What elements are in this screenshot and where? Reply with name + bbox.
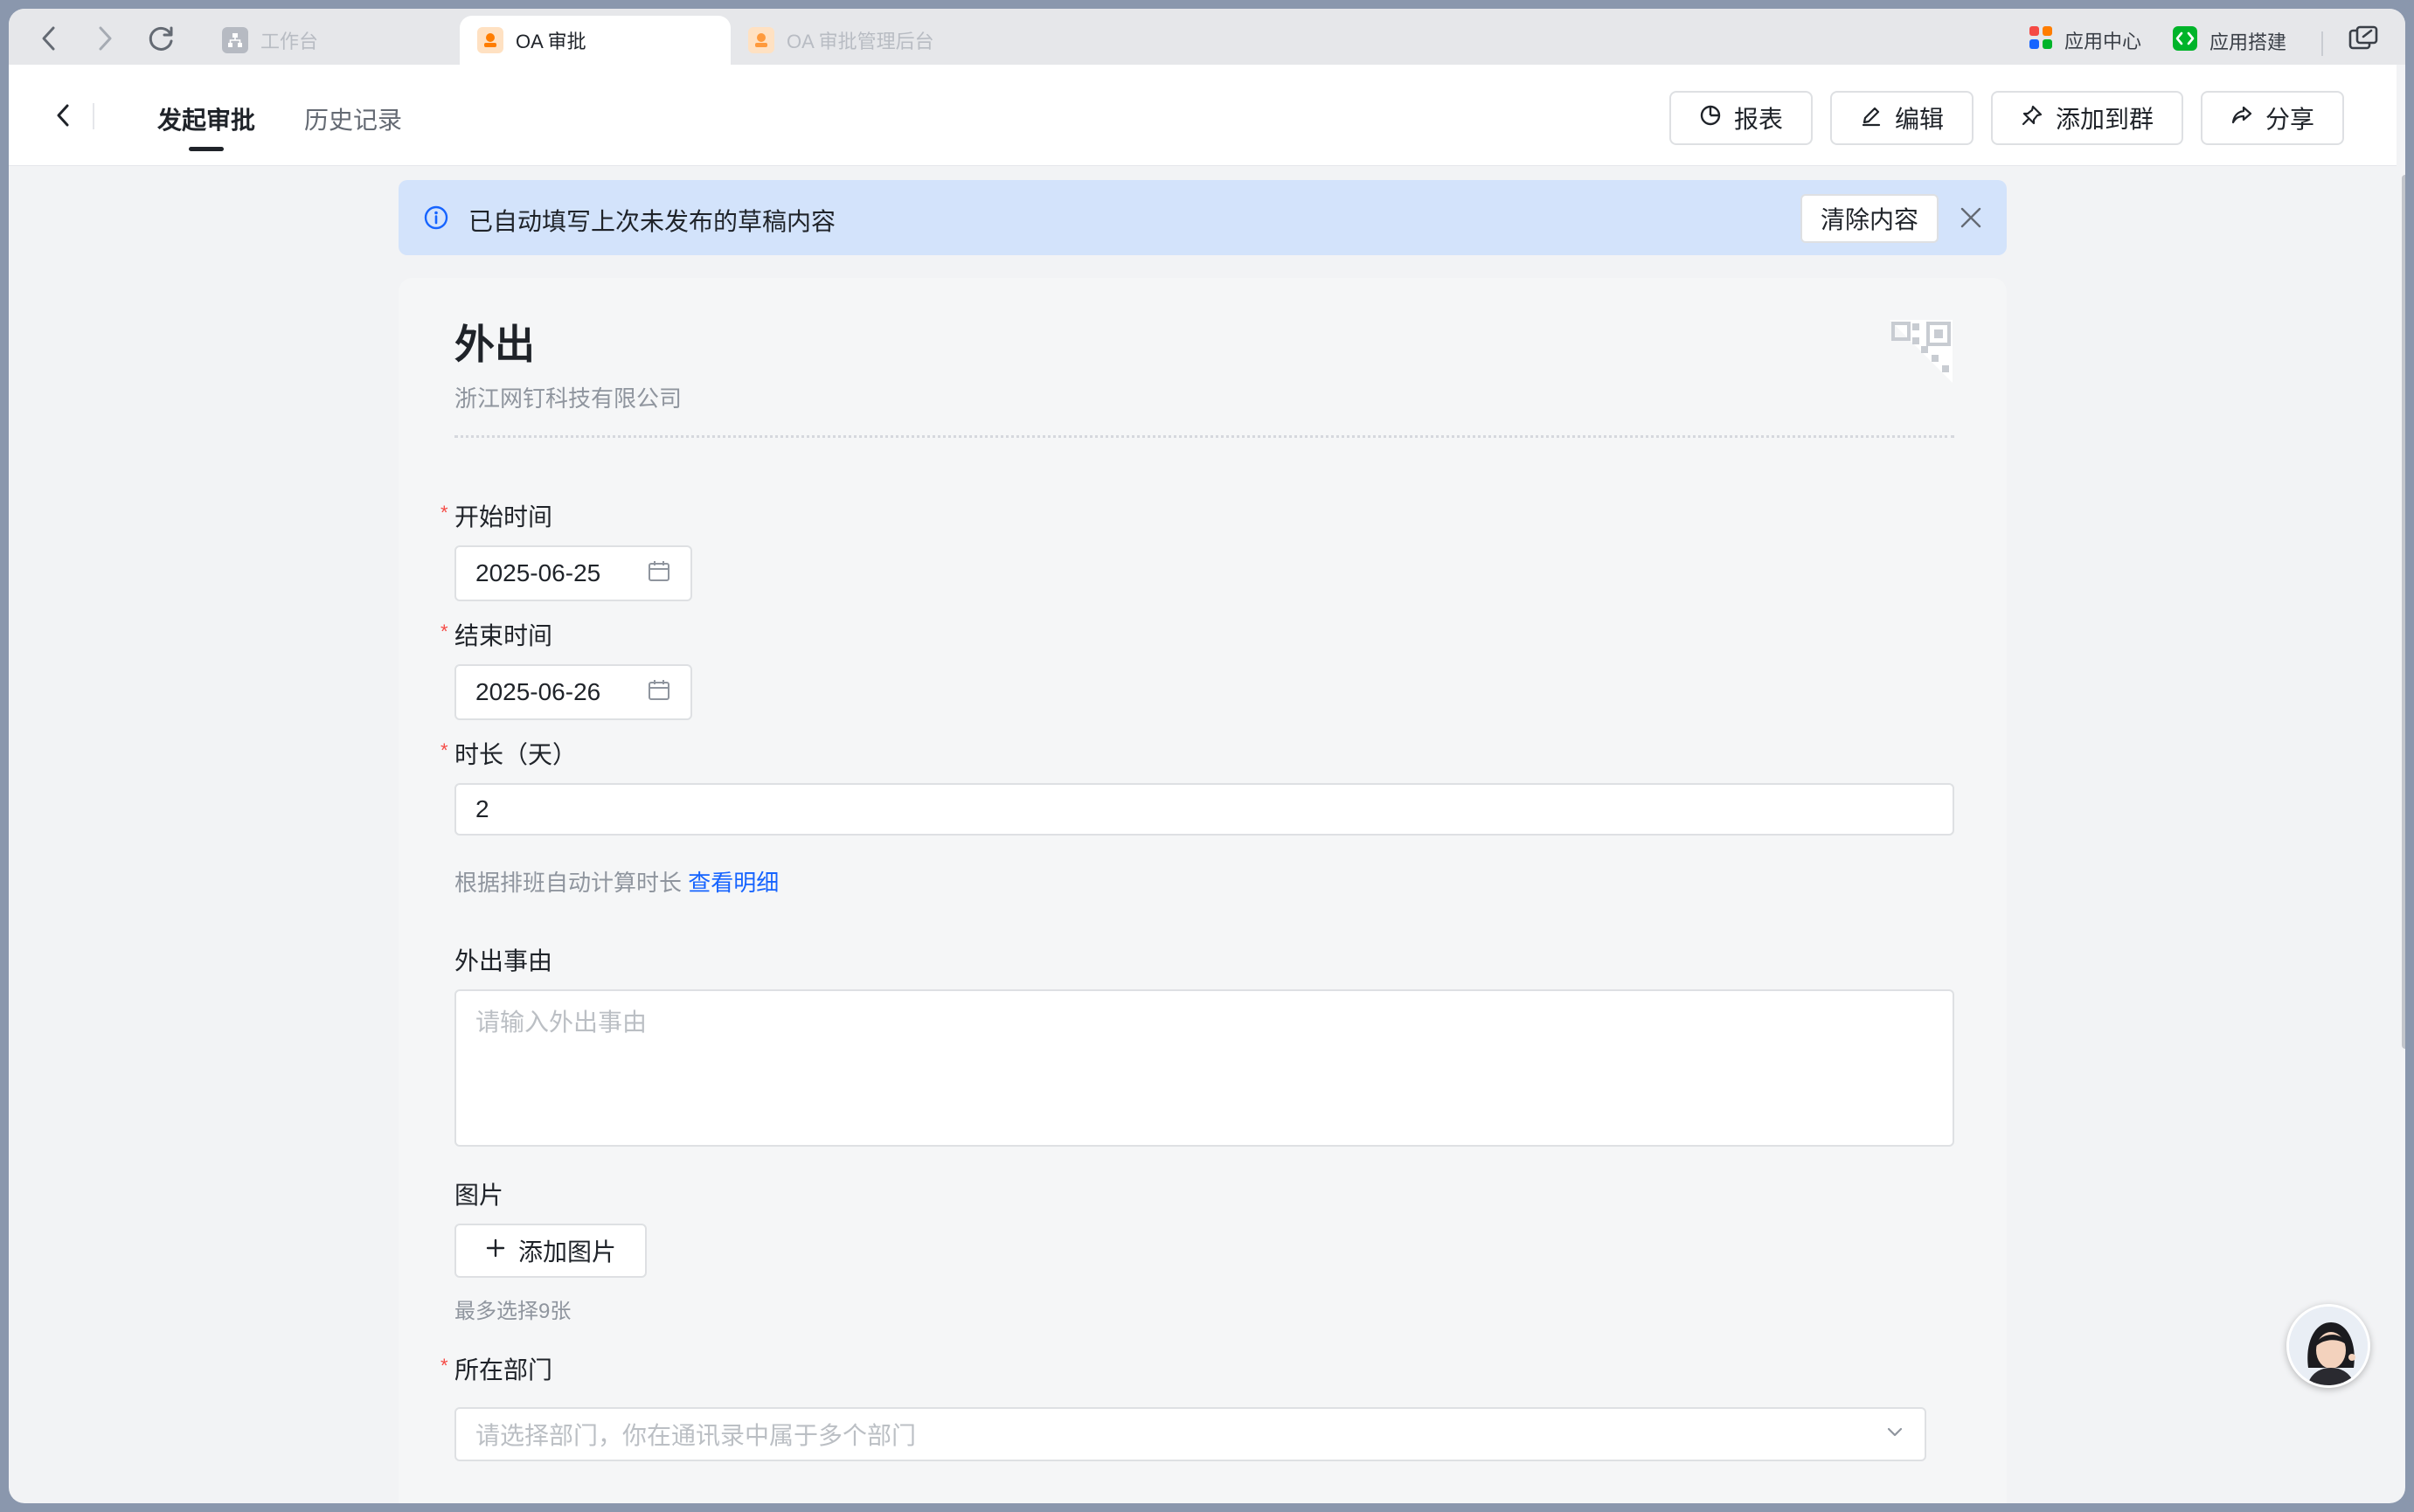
- app-builder-button[interactable]: 应用搭建: [2171, 24, 2286, 58]
- pin-icon: [2021, 104, 2043, 133]
- tab-label: OA 审批管理后台: [787, 31, 934, 52]
- banner-message: 已自动填写上次未发布的草稿内容: [468, 208, 836, 235]
- tab-label: 工作台: [260, 31, 319, 52]
- share-button[interactable]: 分享: [2201, 91, 2344, 145]
- app-window: 工作台 OA 审批 OA 审批管理后台 应用中心 应用搭建 发起审批 历史记录 …: [9, 9, 2405, 1503]
- required-mark: *: [440, 1355, 448, 1377]
- duration-text: 时长（天）: [454, 741, 578, 768]
- scrollbar[interactable]: [2402, 175, 2405, 1049]
- department-text: 所在部门: [454, 1356, 553, 1384]
- add-to-group-label: 添加到群: [2055, 106, 2154, 133]
- title-divider: [454, 435, 1954, 438]
- tab-oa-approval[interactable]: OA 审批: [460, 16, 731, 65]
- share-label: 分享: [2265, 106, 2314, 133]
- browser-tab-strip: 工作台 OA 审批 OA 审批管理后台 应用中心 应用搭建: [9, 9, 2405, 65]
- qr-code-icon[interactable]: [1890, 320, 1953, 383]
- draft-banner: 已自动填写上次未发布的草稿内容 清除内容: [399, 180, 2007, 255]
- tab-history[interactable]: 历史记录: [304, 101, 402, 136]
- end-date-value: 2025-06-26: [475, 678, 601, 705]
- end-time-label: * 结束时间: [440, 617, 553, 652]
- app-builder-label: 应用搭建: [2209, 31, 2287, 53]
- duration-value: 2: [475, 795, 489, 822]
- approval-app-icon: [748, 27, 774, 53]
- duration-hint-text: 根据排班自动计算时长: [454, 870, 683, 896]
- reason-textarea[interactable]: 请输入外出事由: [454, 989, 1954, 1147]
- view-details-link[interactable]: 查看明细: [688, 870, 779, 896]
- open-external-icon[interactable]: [2346, 21, 2381, 56]
- refresh-icon[interactable]: [143, 21, 178, 56]
- report-button[interactable]: 报表: [1669, 91, 1813, 145]
- share-icon: [2230, 104, 2253, 133]
- chart-icon: [1699, 104, 1722, 133]
- required-mark: *: [440, 502, 448, 524]
- required-mark: *: [440, 621, 448, 642]
- divider: [2321, 31, 2323, 56]
- approval-app-icon: [477, 27, 503, 53]
- pencil-icon: [1860, 104, 1883, 133]
- edit-label: 编辑: [1894, 106, 1944, 133]
- add-image-button[interactable]: 添加图片: [454, 1224, 647, 1278]
- end-time-text: 结束时间: [454, 622, 553, 649]
- close-icon[interactable]: [1960, 206, 1982, 229]
- add-image-label: 添加图片: [517, 1238, 616, 1266]
- plus-icon: [485, 1237, 506, 1265]
- company-name: 浙江网钉科技有限公司: [454, 385, 683, 412]
- report-label: 报表: [1733, 106, 1783, 133]
- org-icon: [222, 27, 248, 53]
- department-label: * 所在部门: [440, 1351, 553, 1386]
- duration-hint: 根据排班自动计算时长 查看明细: [454, 865, 779, 898]
- active-tab-indicator: [189, 147, 224, 151]
- back-icon[interactable]: [44, 96, 82, 135]
- form-card: 外出 浙江网钉科技有限公司 * 开始时间 2025-06-25 * 结束时间 2…: [399, 278, 2007, 1503]
- app-center-button[interactable]: 应用中心: [2028, 24, 2141, 56]
- image-label: 图片: [454, 1182, 504, 1209]
- calendar-icon: [647, 677, 671, 708]
- tab-label: OA 审批: [516, 31, 586, 52]
- edit-button[interactable]: 编辑: [1830, 91, 1974, 145]
- forward-arrow-icon[interactable]: [87, 21, 122, 56]
- tab-workbench[interactable]: 工作台: [205, 16, 467, 65]
- tab-oa-admin[interactable]: OA 审批管理后台: [731, 16, 1010, 65]
- add-to-group-button[interactable]: 添加到群: [1991, 91, 2183, 145]
- start-date-value: 2025-06-25: [475, 559, 601, 586]
- divider: [93, 103, 94, 129]
- department-select[interactable]: 请选择部门，你在通讯录中属于多个部门: [454, 1407, 1926, 1461]
- required-mark: *: [440, 739, 448, 761]
- code-builder-icon: [2171, 24, 2199, 58]
- start-time-label: * 开始时间: [440, 498, 553, 533]
- department-placeholder: 请选择部门，你在通讯录中属于多个部门: [475, 1422, 917, 1449]
- back-arrow-icon[interactable]: [31, 21, 66, 56]
- assistant-avatar[interactable]: [2286, 1304, 2370, 1388]
- app-grid-icon: [2028, 24, 2054, 56]
- start-time-text: 开始时间: [454, 503, 553, 531]
- chevron-down-icon: [1884, 1420, 1905, 1448]
- reason-label: 外出事由: [454, 947, 553, 974]
- page-header: 发起审批 历史记录 报表 编辑 添加到群 分享: [9, 65, 2397, 166]
- calendar-icon: [647, 558, 671, 589]
- duration-input[interactable]: 2: [454, 783, 1954, 836]
- start-date-picker[interactable]: 2025-06-25: [454, 545, 692, 601]
- image-hint: 最多选择9张: [454, 1300, 572, 1323]
- reason-placeholder: 请输入外出事由: [475, 1009, 648, 1036]
- info-icon: [423, 205, 449, 235]
- duration-label: * 时长（天）: [440, 736, 578, 771]
- app-center-label: 应用中心: [2064, 31, 2142, 52]
- form-title: 外出: [454, 322, 535, 367]
- clear-content-button[interactable]: 清除内容: [1800, 194, 1939, 243]
- end-date-picker[interactable]: 2025-06-26: [454, 664, 692, 720]
- tab-start-approval[interactable]: 发起审批: [157, 101, 255, 136]
